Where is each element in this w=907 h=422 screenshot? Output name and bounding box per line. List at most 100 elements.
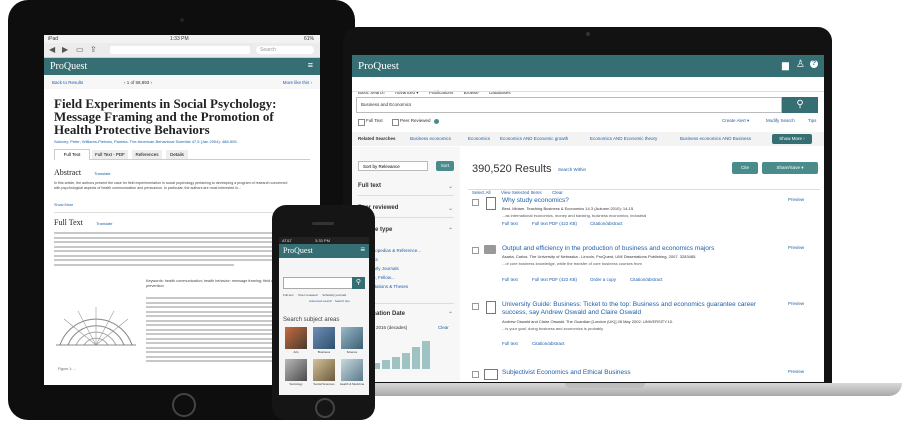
related-link[interactable]: Economics AND Economic theory xyxy=(590,136,657,141)
full-text-link[interactable]: Full text xyxy=(502,277,518,282)
result-meta: Best, Miriam. Teaching Business & Econom… xyxy=(502,206,635,211)
book-icon xyxy=(486,197,496,210)
citation-link[interactable]: Citation/abstract xyxy=(532,341,565,346)
help-icon[interactable]: ? xyxy=(810,60,818,68)
clear-date-link[interactable]: Clear xyxy=(438,325,449,330)
subject-tile[interactable] xyxy=(285,327,307,349)
chevron-down-icon[interactable]: ⌄ xyxy=(448,205,453,212)
search-within-link[interactable]: Search Within xyxy=(558,167,586,172)
related-link[interactable]: Economics xyxy=(468,136,490,141)
menu-icon[interactable]: ≡ xyxy=(308,60,313,70)
article-icon xyxy=(484,369,498,380)
related-link[interactable]: Business economics AND Business xyxy=(680,136,751,141)
back-to-results-link[interactable]: Back to Results xyxy=(52,80,83,85)
result-checkbox[interactable] xyxy=(472,247,479,254)
citation-link[interactable]: Citation/abstract xyxy=(630,277,663,282)
tab-full-text[interactable]: Full Text xyxy=(54,149,90,160)
cite-button[interactable]: Cite xyxy=(732,162,758,174)
full-text-link[interactable]: Full text xyxy=(502,341,518,346)
order-copy-link[interactable]: Order a copy xyxy=(590,277,616,282)
result-title[interactable]: Subjectivist Economics and Ethical Busin… xyxy=(502,369,631,376)
back-arrow-icon[interactable]: ◀ xyxy=(49,45,55,54)
share-save-button[interactable]: Share/Save ▾ xyxy=(762,162,818,174)
carrier-label: AT&T xyxy=(282,238,292,243)
full-text-link[interactable]: Full text xyxy=(502,221,518,226)
translate-link[interactable]: Translate xyxy=(94,171,111,176)
phone-search-input[interactable] xyxy=(283,277,353,289)
folder-icon[interactable]: ▆ xyxy=(782,60,789,71)
subject-tile[interactable] xyxy=(341,359,363,381)
facet-full-text[interactable]: Full text xyxy=(358,183,381,189)
phone-status-bar: AT&T 3:33 PM xyxy=(279,237,369,244)
phone-options: Full text Peer reviewed Scholarly journa… xyxy=(283,293,369,297)
modify-search-link[interactable]: Modify Search xyxy=(766,118,795,123)
proquest-logo[interactable]: ProQuest xyxy=(283,246,313,255)
related-link[interactable]: Business economics xyxy=(410,136,451,141)
result-checkbox[interactable] xyxy=(472,303,479,310)
search-icon: ⚲ xyxy=(796,99,804,110)
full-text-checkbox[interactable] xyxy=(358,119,365,126)
divider xyxy=(468,189,820,190)
chevron-down-icon[interactable]: ⌄ xyxy=(448,183,453,190)
subject-tile[interactable] xyxy=(313,359,335,381)
sort-select[interactable]: Sort by Relevance xyxy=(358,161,428,171)
translate-link-2[interactable]: Translate xyxy=(96,221,113,226)
url-field[interactable] xyxy=(110,46,250,54)
menu-icon[interactable]: ≡ xyxy=(360,245,365,254)
option-peer-reviewed[interactable]: Peer reviewed xyxy=(298,293,317,297)
chevron-up-icon[interactable]: ⌃ xyxy=(448,311,453,318)
browser-toolbar: ◀ ▶ ▭ ⇪ Search xyxy=(44,43,320,58)
share-icon[interactable]: ⇪ xyxy=(90,45,97,54)
subject-label: Sociology xyxy=(289,382,303,386)
pdf-link[interactable]: Full text PDF (422 KB) xyxy=(532,277,577,282)
result-item: Output and efficiency in the production … xyxy=(472,243,820,295)
subject-tile[interactable] xyxy=(313,327,335,349)
option-full-text[interactable]: Full text xyxy=(283,293,294,297)
option-scholarly[interactable]: Scholarly journals xyxy=(322,293,346,297)
more-like-this-link[interactable]: More like this › xyxy=(283,80,312,85)
tab-full-text-pdf[interactable]: Full Text - PDF xyxy=(92,150,128,159)
result-title[interactable]: Why study economics? xyxy=(502,197,569,204)
tab-references[interactable]: References xyxy=(132,150,162,159)
sort-button[interactable]: Sort xyxy=(436,161,454,171)
search-input[interactable]: Business and Economics xyxy=(356,97,782,113)
subject-tile[interactable] xyxy=(341,327,363,349)
browser-search-field[interactable]: Search xyxy=(256,46,314,54)
related-link[interactable]: Economics AND Economic growth xyxy=(500,136,568,141)
citation-link[interactable]: Citation/abstract xyxy=(590,221,623,226)
search-button[interactable]: ⚲ xyxy=(782,97,818,113)
chevron-up-icon[interactable]: ⌃ xyxy=(448,227,453,234)
preview-link[interactable]: Preview xyxy=(788,197,804,202)
phone-search-button[interactable]: ⚲ xyxy=(352,277,365,289)
preview-link[interactable]: Preview xyxy=(788,369,804,374)
preview-link[interactable]: Preview xyxy=(788,245,804,250)
show-more-button[interactable]: Show More › xyxy=(772,134,812,144)
record-pager[interactable]: ‹ 1 of 58,893 › xyxy=(124,80,152,85)
preview-link[interactable]: Preview xyxy=(788,301,804,306)
advanced-search-link[interactable]: Advanced search · Search tips xyxy=(309,299,350,303)
result-checkbox[interactable] xyxy=(472,371,479,378)
info-icon[interactable] xyxy=(434,119,439,124)
forward-arrow-icon[interactable]: ▶ xyxy=(62,45,68,54)
subject-tile[interactable] xyxy=(285,359,307,381)
bookmarks-icon[interactable]: ▭ xyxy=(76,45,84,54)
tablet-home-button[interactable] xyxy=(172,393,196,417)
show-more-link[interactable]: Show More xyxy=(54,203,73,207)
result-title[interactable]: University Guide: Business: Ticket to th… xyxy=(502,301,772,317)
proquest-logo[interactable]: ProQuest xyxy=(358,60,399,72)
peer-reviewed-checkbox[interactable] xyxy=(392,119,399,126)
tips-link[interactable]: Tips xyxy=(808,118,816,123)
result-checkbox[interactable] xyxy=(472,199,479,206)
result-meta: Andrew Oswald and Claire Oswald. The Gua… xyxy=(502,319,674,324)
user-icon[interactable]: ♙ xyxy=(796,59,805,70)
create-alert-link[interactable]: Create Alert ▾ xyxy=(722,118,749,124)
search-icon: ⚲ xyxy=(355,279,362,286)
phone-home-button[interactable] xyxy=(315,398,335,418)
proquest-logo[interactable]: ProQuest xyxy=(50,61,87,72)
pdf-link[interactable]: Full text PDF (422 KB) xyxy=(532,221,577,226)
document-authors[interactable]: Salovey, Peter; Williams-Piehota, Pamela… xyxy=(54,139,304,144)
divider xyxy=(54,212,310,213)
laptop-screen: ProQuest ▆ ♙ ? Basic Search Advanced ▾ P… xyxy=(352,55,824,382)
tab-details[interactable]: Details xyxy=(166,150,188,159)
result-title[interactable]: Output and efficiency in the production … xyxy=(502,245,714,252)
